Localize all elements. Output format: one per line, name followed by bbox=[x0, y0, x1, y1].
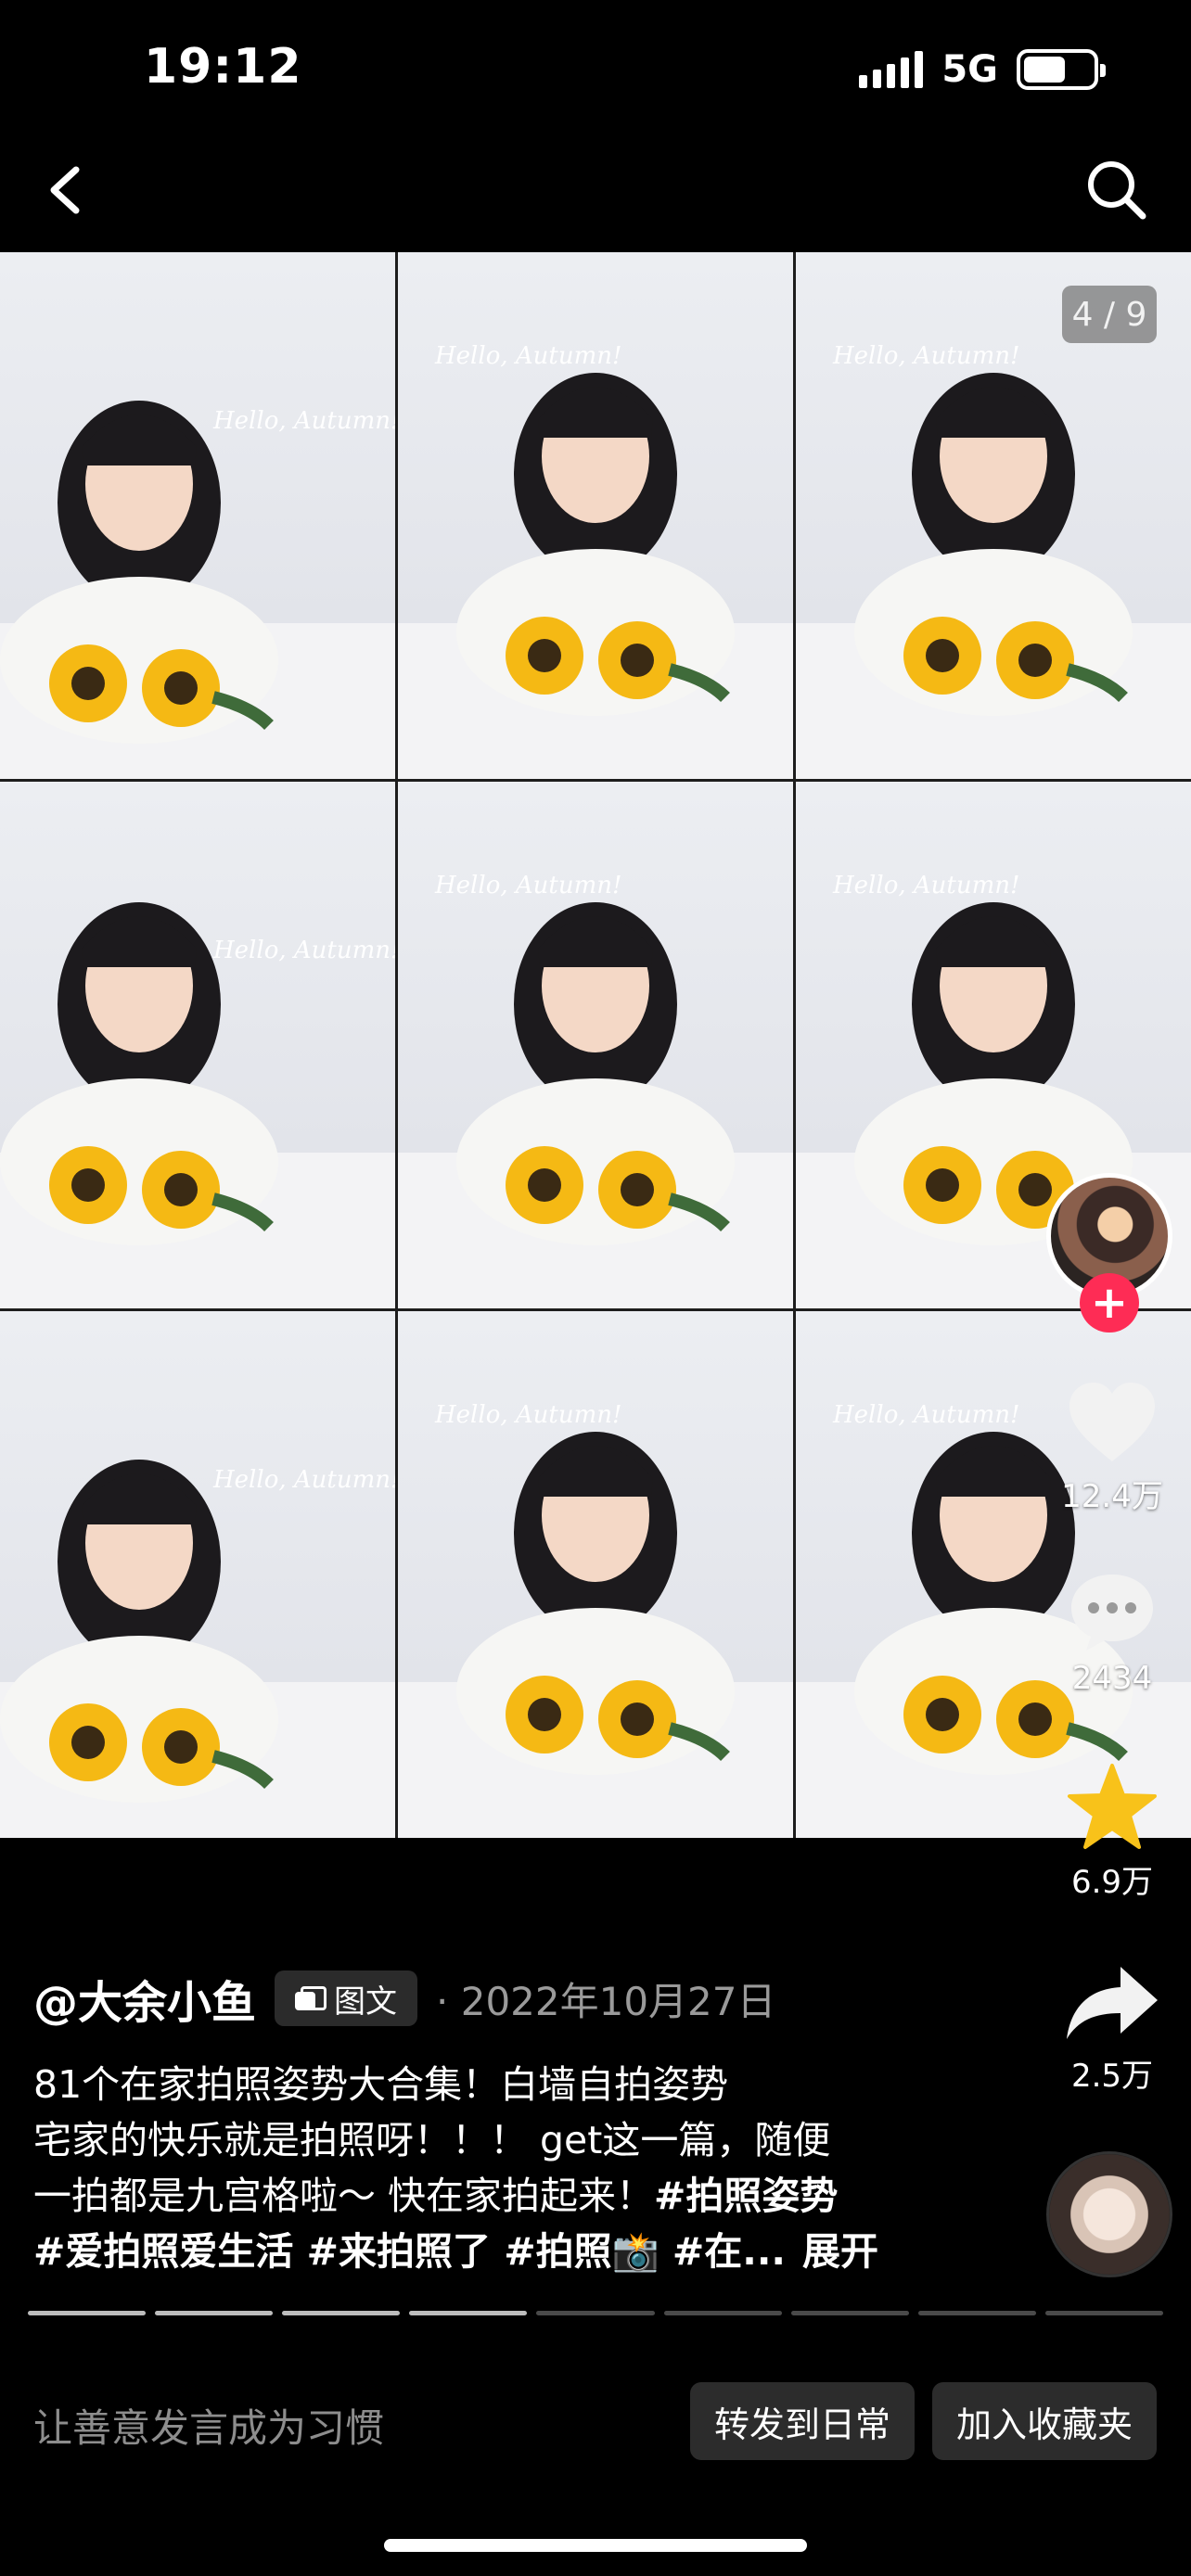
photo-overlay-text: Hello, Autumn! bbox=[212, 407, 395, 435]
image-stack-icon bbox=[295, 1986, 327, 2010]
photo-overlay-text: Hello, Autumn! bbox=[832, 1401, 1019, 1429]
hashtag-link[interactable]: #拍照姿势 bbox=[654, 2174, 838, 2218]
favorite-count: 6.9万 bbox=[1070, 1864, 1154, 1901]
progress-segment bbox=[282, 2311, 401, 2315]
share-arrow-icon bbox=[1067, 1967, 1158, 2039]
home-indicator bbox=[384, 2539, 807, 2552]
photo-tile[interactable]: Hello, Autumn! bbox=[0, 1311, 395, 1838]
author-row: @大余小鱼 图文 · 2022年10月27日 bbox=[33, 1966, 1017, 2031]
post-type-badge: 图文 bbox=[275, 1970, 418, 2026]
gallery-progress bbox=[28, 2311, 1163, 2315]
heart-icon bbox=[1069, 1383, 1155, 1461]
photo-collage[interactable]: Hello, Autumn! Hello, Autumn! Hello, Autum… bbox=[0, 252, 1191, 1838]
comment-bubble-icon bbox=[1071, 1575, 1153, 1651]
photo-overlay-text: Hello, Autumn! bbox=[434, 1401, 621, 1429]
status-bar: 19:12 5G bbox=[0, 0, 1191, 139]
photo-overlay-text: Hello, Autumn! bbox=[832, 342, 1019, 370]
add-to-favorites-button[interactable]: 加入收藏夹 bbox=[932, 2382, 1157, 2460]
back-button[interactable] bbox=[37, 153, 93, 227]
photo-overlay-text: Hello, Autumn! bbox=[212, 1466, 395, 1494]
progress-segment bbox=[409, 2311, 528, 2315]
portrait-photo: Hello, Autumn! bbox=[0, 1460, 395, 1838]
progress-segment bbox=[663, 2311, 782, 2315]
comment-button[interactable]: 2434 bbox=[1043, 1569, 1182, 1697]
caption-text: 81个在家拍照姿势大合集！白墙自拍姿势 宅家的快乐就是拍照呀！！！ get这一篇… bbox=[33, 2057, 1017, 2279]
star-icon bbox=[1068, 1764, 1157, 1849]
photo-overlay-text: Hello, Autumn! bbox=[434, 872, 621, 899]
music-disc[interactable] bbox=[1046, 2151, 1172, 2277]
follow-button[interactable]: + bbox=[1080, 1273, 1139, 1333]
photo-overlay-text: Hello, Autumn! bbox=[212, 937, 395, 964]
like-button[interactable]: 12.4万 bbox=[1043, 1380, 1182, 1516]
caption-line: 81个在家拍照姿势大合集！白墙自拍姿势 bbox=[33, 2062, 729, 2107]
progress-segment bbox=[917, 2311, 1036, 2315]
like-count: 12.4万 bbox=[1061, 1478, 1163, 1515]
progress-segment bbox=[1044, 2311, 1163, 2315]
hashtag-links[interactable]: #爱拍照爱生活 #来拍照了 #拍照📸 #在... bbox=[33, 2229, 786, 2274]
photo-overlay-text: Hello, Autumn! bbox=[832, 872, 1019, 899]
author-name[interactable]: @大余小鱼 bbox=[33, 1966, 256, 2031]
photo-tile[interactable]: Hello, Autumn! bbox=[0, 782, 395, 1308]
signal-icon bbox=[859, 51, 924, 88]
post-type-label: 图文 bbox=[334, 1983, 398, 2021]
battery-icon bbox=[1017, 49, 1106, 90]
progress-segment bbox=[536, 2311, 655, 2315]
status-indicators: 5G bbox=[859, 48, 1106, 91]
caption-line: 一拍都是九宫格啦～ 快在家拍起来！#拍照姿势 bbox=[33, 2168, 1017, 2224]
photo-tile[interactable]: Hello, Autumn! bbox=[398, 1311, 793, 1838]
chevron-left-icon bbox=[50, 166, 80, 214]
bottom-bar: 让善意发言成为习惯 转发到日常 加入收藏夹 bbox=[0, 2360, 1191, 2490]
photo-tile[interactable]: Hello, Autumn! bbox=[398, 252, 793, 779]
post-date: · 2022年10月27日 bbox=[436, 1978, 776, 2024]
photo-tile[interactable]: Hello, Autumn! bbox=[398, 782, 793, 1308]
progress-segment bbox=[790, 2311, 909, 2315]
network-label: 5G bbox=[941, 48, 998, 91]
share-count: 2.5万 bbox=[1070, 2058, 1154, 2095]
portrait-photo: Hello, Autumn! bbox=[0, 902, 395, 1308]
share-button[interactable]: 2.5万 bbox=[1043, 1961, 1182, 2096]
search-button[interactable] bbox=[1080, 153, 1154, 227]
expand-caption-button[interactable]: 展开 bbox=[802, 2229, 878, 2274]
status-time: 19:12 bbox=[144, 39, 302, 95]
portrait-photo: Hello, Autumn! bbox=[398, 342, 793, 779]
repost-button[interactable]: 转发到日常 bbox=[690, 2382, 915, 2460]
photo-overlay-text: Hello, Autumn! bbox=[434, 342, 621, 370]
caption-text-segment: 一拍都是九宫格啦～ 快在家拍起来！ bbox=[33, 2174, 655, 2218]
photo-tile[interactable]: Hello, Autumn! bbox=[0, 252, 395, 779]
comment-input[interactable]: 让善意发言成为习惯 bbox=[33, 2397, 384, 2454]
portrait-photo: Hello, Autumn! bbox=[398, 1401, 793, 1838]
caption-line: 宅家的快乐就是拍照呀！！！ get这一篇，随便 bbox=[33, 2118, 831, 2162]
comment-count: 2434 bbox=[1071, 1660, 1153, 1697]
progress-segment bbox=[28, 2311, 147, 2315]
portrait-photo: Hello, Autumn! bbox=[0, 401, 395, 779]
caption-line: #爱拍照爱生活 #来拍照了 #拍照📸 #在... 展开 bbox=[33, 2224, 1017, 2279]
portrait-photo: Hello, Autumn! bbox=[398, 872, 793, 1308]
favorite-button[interactable]: 6.9万 bbox=[1043, 1762, 1182, 1902]
page-indicator: 4 / 9 bbox=[1062, 286, 1157, 343]
post-caption-area: @大余小鱼 图文 · 2022年10月27日 81个在家拍照姿势大合集！白墙自拍… bbox=[33, 1966, 1017, 2279]
search-icon bbox=[1088, 161, 1146, 220]
progress-segment bbox=[155, 2311, 274, 2315]
